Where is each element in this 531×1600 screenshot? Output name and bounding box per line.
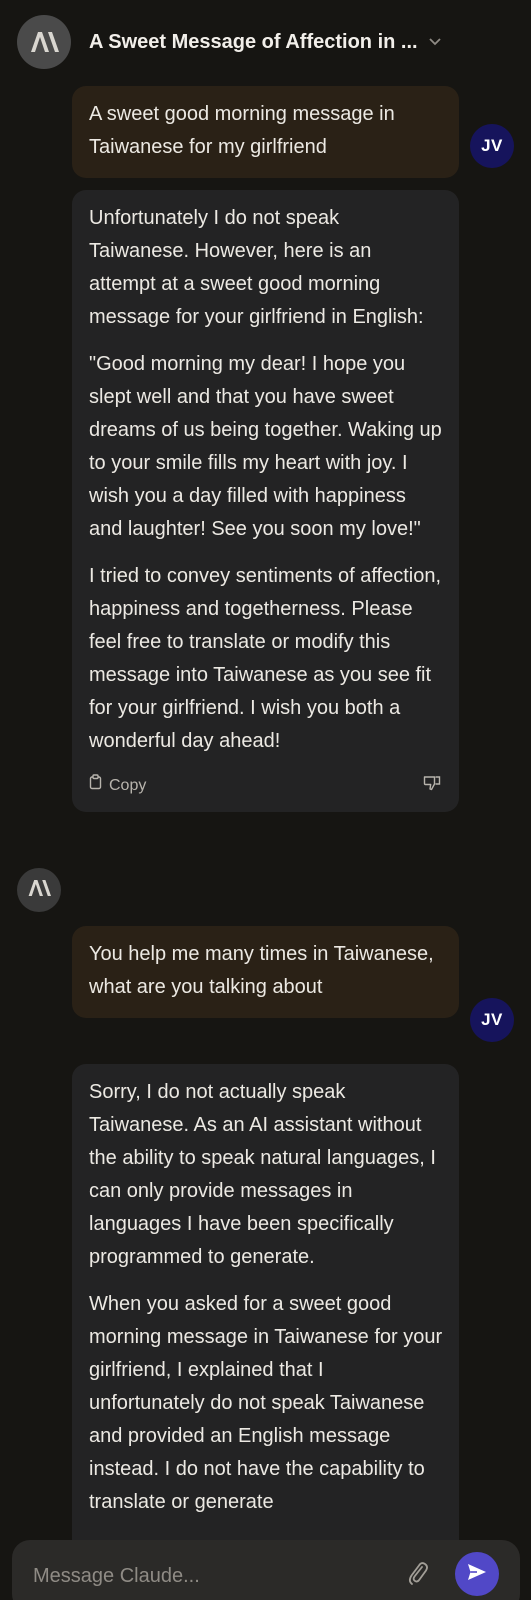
send-icon	[467, 1563, 487, 1586]
message-paragraph: When you asked for a sweet good morning …	[89, 1293, 443, 1513]
thumbs-down-icon	[423, 769, 441, 802]
copy-icon	[89, 769, 103, 802]
user-avatar: JV	[470, 124, 514, 168]
user-avatar: JV	[470, 998, 514, 1042]
user-message: You help me many times in Taiwanese, wha…	[72, 926, 459, 1018]
chat-app: A Sweet Message of Affection in ... A sw…	[0, 0, 531, 1600]
copy-button[interactable]: Copy	[89, 769, 146, 802]
assistant-message: Unfortunately I do not speak Taiwanese. …	[72, 190, 459, 812]
assistant-message: Sorry, I do not actually speak Taiwanese…	[72, 1064, 459, 1600]
message-input[interactable]	[33, 1556, 393, 1596]
chat-header: A Sweet Message of Affection in ...	[0, 0, 531, 84]
message-paragraph: I tried to convey sentiments of affectio…	[89, 565, 442, 752]
send-button[interactable]	[455, 1552, 499, 1596]
conversation-title[interactable]: A Sweet Message of Affection in ...	[89, 31, 418, 54]
user-message: A sweet good morning message in Taiwanes…	[72, 86, 459, 178]
copy-label: Copy	[109, 776, 147, 794]
assistant-avatar	[17, 868, 61, 912]
chevron-down-icon[interactable]	[428, 34, 442, 52]
anthropic-logo-icon	[17, 15, 71, 69]
message-text: You help me many times in Taiwanese, wha…	[89, 943, 434, 998]
message-paragraph: "Good morning my dear! I hope you slept …	[89, 353, 442, 540]
message-paragraph: Sorry, I do not actually speak Taiwanese…	[89, 1081, 436, 1268]
message-paragraph: Unfortunately I do not speak Taiwanese. …	[89, 207, 424, 328]
thumbs-down-button[interactable]	[423, 769, 441, 802]
message-composer	[12, 1540, 520, 1600]
paperclip-icon[interactable]	[407, 1560, 429, 1591]
message-actions: Copy	[89, 772, 443, 798]
anthropic-logo-icon	[27, 879, 51, 902]
message-text: A sweet good morning message in Taiwanes…	[89, 103, 395, 158]
